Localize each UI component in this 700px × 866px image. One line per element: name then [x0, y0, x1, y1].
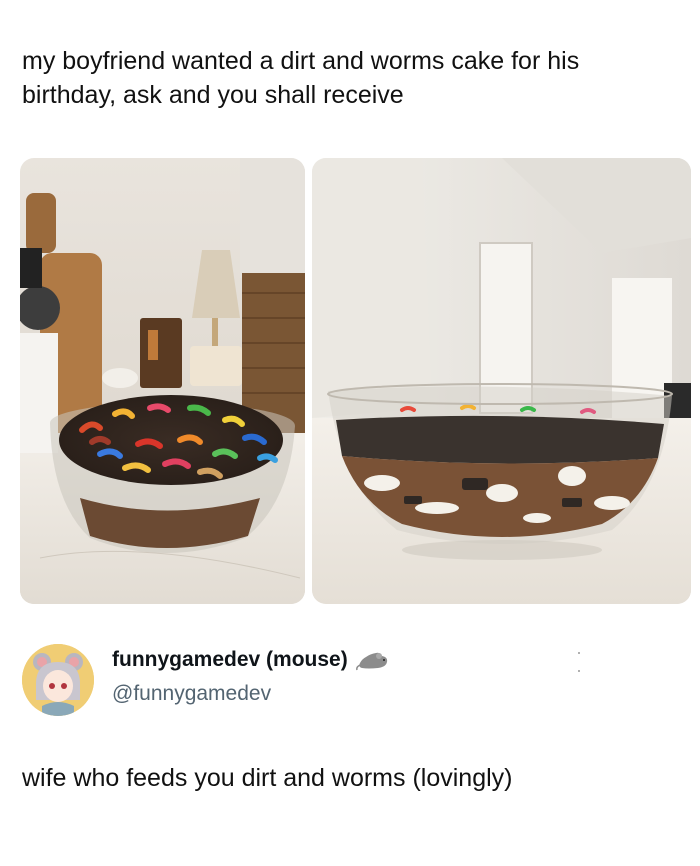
more-dot-icon: [578, 670, 580, 672]
photo-bowl-side-view[interactable]: [312, 158, 691, 604]
reply-text: wife who feeds you dirt and worms (lovin…: [22, 764, 513, 792]
photo-bowl-top-view[interactable]: [20, 158, 305, 604]
photo-grid[interactable]: [20, 158, 691, 604]
display-name[interactable]: funnygamedev (mouse): [112, 648, 348, 672]
rat-icon: [355, 649, 390, 671]
avatar[interactable]: [22, 644, 94, 716]
reply-header: funnygamedev (mouse) @funnygamedev: [22, 640, 678, 720]
user-handle[interactable]: @funnygamedev: [112, 682, 271, 706]
more-dot-icon: [578, 652, 580, 654]
post-text: my boyfriend wanted a dirt and worms cak…: [22, 47, 580, 109]
